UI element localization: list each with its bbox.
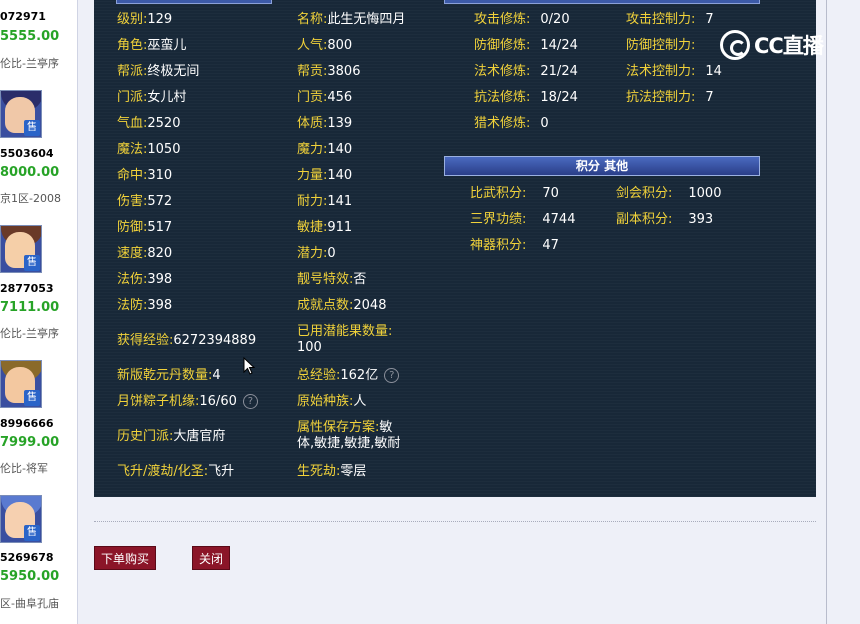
stat-life-death: 生死劫:零层	[297, 464, 367, 479]
character-avatar[interactable]: 售	[0, 225, 42, 273]
stat-role: 角色:巫蛮儿	[117, 38, 187, 53]
stat-mp: 魔法:1050	[117, 142, 181, 157]
listing-price: 7111.00	[0, 300, 60, 315]
listing-id[interactable]: 5269678	[0, 551, 54, 564]
for-sale-badge: 售	[24, 120, 40, 136]
character-stats-panel: 级别:129 角色:巫蛮儿 帮派:终极无间 门派:女儿村 气血:2520 魔法:…	[94, 0, 816, 497]
points-artifact: 神器积分: 47	[470, 238, 559, 253]
points-sword: 剑会积分: 1000	[616, 186, 722, 201]
stat-attr-scheme: 属性保存方案:敏 体,敏捷,敏捷,敏耐	[297, 420, 401, 451]
cc-logo-icon	[720, 30, 750, 60]
listing-server: 区-曲阜孔庙	[0, 597, 59, 610]
stat-damage: 伤害:572	[117, 194, 173, 209]
stat-history-school: 历史门派:大唐官府	[117, 429, 226, 444]
points-pk: 比武积分: 70	[470, 186, 559, 201]
listing-id[interactable]: 072971	[0, 10, 46, 23]
listing-server: 伦比-兰亭序	[0, 327, 59, 340]
stat-level: 级别:129	[117, 12, 173, 27]
mouse-cursor-icon	[243, 357, 256, 375]
listing-server: 京1区-2008	[0, 192, 61, 205]
control-mag: 法术控制力: 14	[626, 64, 722, 79]
control-resist: 抗法控制力: 7	[626, 90, 714, 105]
stat-popularity: 人气:800	[297, 38, 353, 53]
stat-qianyuan: 新版乾元丹数量:4	[117, 368, 221, 383]
listing-id[interactable]: 8996666	[0, 417, 54, 430]
cultivation-hunt: 猎术修炼: 0	[474, 116, 549, 131]
stat-used-potential-fruit: 已用潜能果数量: 100	[297, 324, 393, 355]
stat-strength: 力量:140	[297, 168, 353, 183]
stat-hp: 气血:2520	[117, 116, 181, 131]
stat-guild: 帮派:终极无间	[117, 64, 200, 79]
listing-server: 伦比-将军	[0, 462, 48, 475]
cultivation-atk: 攻击修炼: 0/20	[474, 12, 570, 27]
listing-price: 5555.00	[0, 29, 60, 44]
buy-button[interactable]: 下单购买	[94, 546, 156, 570]
help-icon[interactable]: ?	[242, 394, 258, 409]
stat-mag-dmg: 法伤:398	[117, 272, 173, 287]
stat-potential: 潜力:0	[297, 246, 336, 261]
section-bar	[444, 0, 760, 4]
dialog-border	[826, 0, 827, 624]
stat-total-exp: 总经验:162亿?	[297, 368, 400, 384]
close-button[interactable]: 关闭	[192, 546, 230, 570]
stat-speed: 速度:820	[117, 246, 173, 261]
listing-price: 8000.00	[0, 165, 60, 180]
stat-mag-def: 法防:398	[117, 298, 173, 313]
stat-constitution: 体质:139	[297, 116, 353, 131]
stat-school: 门派:女儿村	[117, 90, 187, 105]
listing-price: 7999.00	[0, 435, 60, 450]
for-sale-badge: 售	[24, 525, 40, 541]
listing-id[interactable]: 5503604	[0, 147, 54, 160]
stat-achievement: 成就点数:2048	[297, 298, 387, 313]
for-sale-badge: 售	[24, 255, 40, 271]
cc-logo-text: CC直播	[754, 34, 824, 58]
listing-price: 5950.00	[0, 569, 60, 584]
points-section-header: 积分 其他	[444, 156, 760, 176]
stat-agility: 敏捷:911	[297, 220, 353, 235]
stat-exp: 获得经验:6272394889	[117, 333, 257, 348]
listing-server: 伦比-兰亭序	[0, 57, 59, 70]
cultivation-mag: 法术修炼: 21/24	[474, 64, 578, 79]
stat-school-contrib: 门贡:456	[297, 90, 353, 105]
points-dungeon: 副本积分: 393	[616, 212, 714, 227]
stat-hit: 命中:310	[117, 168, 173, 183]
stat-name: 名称:此生无悔四月	[297, 12, 406, 27]
divider	[94, 521, 816, 522]
stat-endurance: 耐力:141	[297, 194, 353, 209]
control-atk: 攻击控制力: 7	[626, 12, 714, 27]
for-sale-badge: 售	[24, 390, 40, 406]
stat-guild-contrib: 帮贡:3806	[297, 64, 361, 79]
cc-live-logo: CC直播	[720, 30, 824, 60]
control-def: 防御控制力:	[626, 38, 696, 53]
help-icon[interactable]: ?	[384, 368, 400, 383]
points-merit: 三界功绩: 4744	[470, 212, 576, 227]
stat-defense: 防御:517	[117, 220, 173, 235]
cultivation-def: 防御修炼: 14/24	[474, 38, 578, 53]
listing-id[interactable]: 2877053	[0, 282, 54, 295]
section-bar	[116, 0, 272, 4]
stat-zongzi: 月饼粽子机缘:16/60?	[117, 394, 258, 410]
stat-pretty-id: 靓号特效:否	[297, 272, 367, 287]
character-avatar[interactable]: 售	[0, 90, 42, 138]
listing-column: 072971 5555.00 伦比-兰亭序 售 5503604 8000.00 …	[0, 0, 78, 624]
character-avatar[interactable]: 售	[0, 495, 42, 543]
stat-ascend: 飞升/渡劫/化圣:飞升	[117, 464, 235, 479]
stat-origin-race: 原始种族:人	[297, 394, 367, 409]
character-avatar[interactable]: 售	[0, 360, 42, 408]
cultivation-resist: 抗法修炼: 18/24	[474, 90, 578, 105]
stat-magic: 魔力:140	[297, 142, 353, 157]
